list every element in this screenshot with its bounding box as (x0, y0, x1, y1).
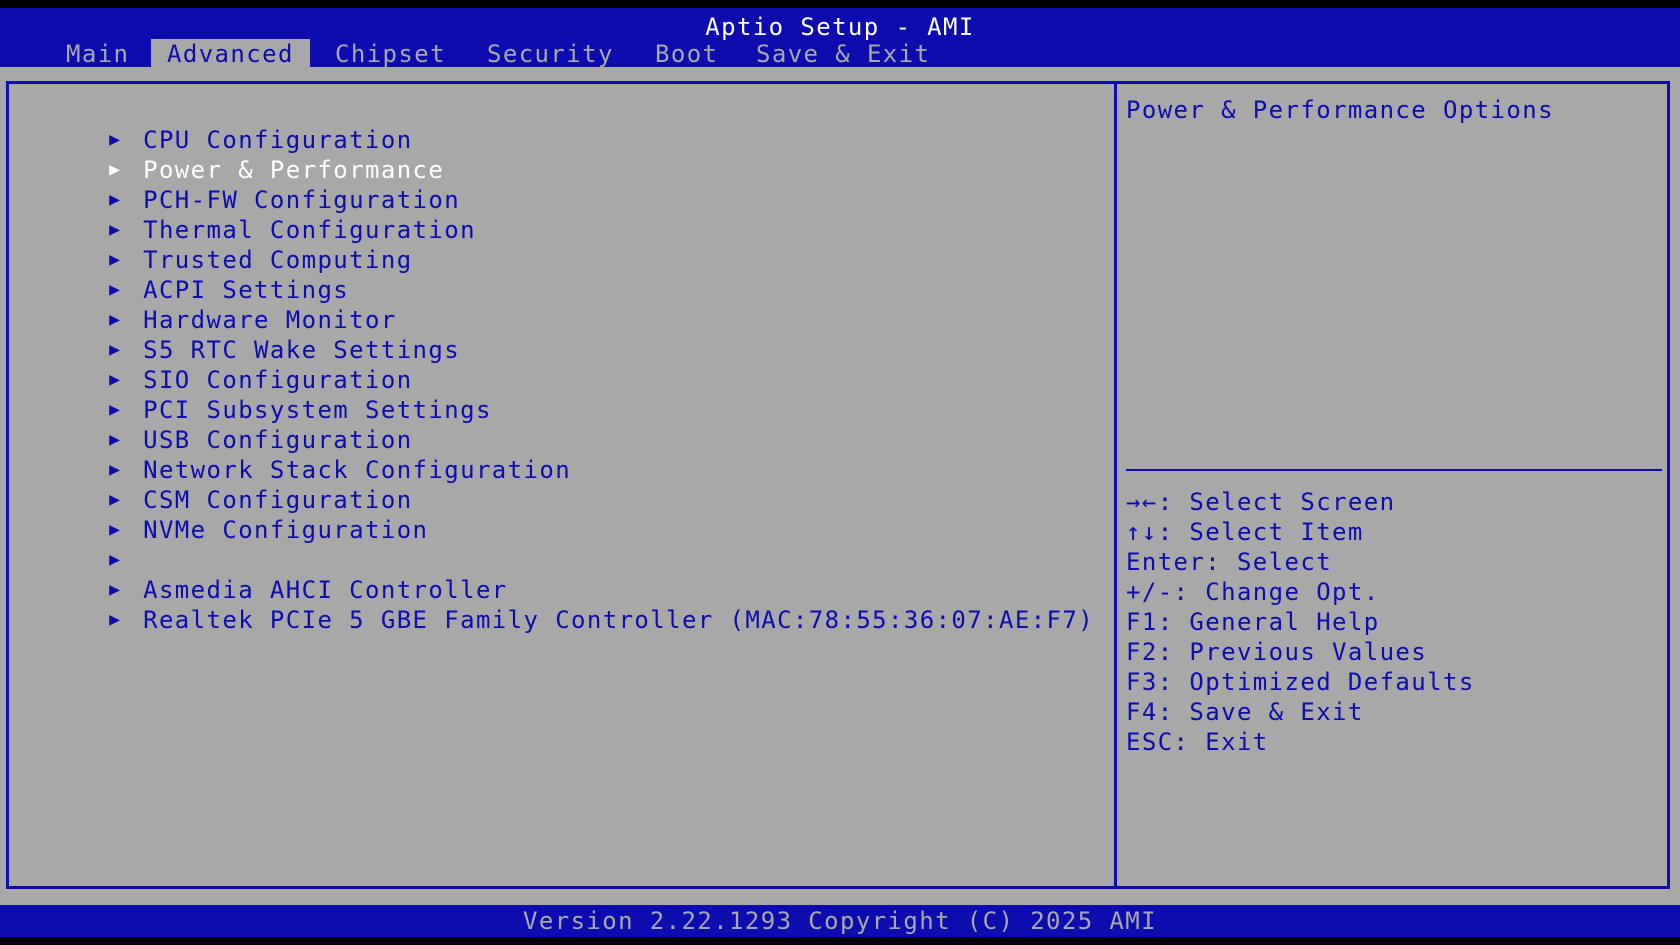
bottom-border (0, 937, 1680, 945)
key-optimized-defaults: F3: Optimized Defaults (1126, 668, 1475, 696)
menu-item-csm-configuration[interactable]: ▶ CSM Configuration (14, 455, 413, 514)
menu-item-realtek-controller[interactable]: ▶ Realtek PCIe 5 GBE Family Controller (M… (14, 575, 1094, 634)
menu-item-usb-configuration[interactable]: ▶ USB Configuration (14, 395, 413, 454)
menu-spacer: ▶ (14, 515, 131, 570)
menu-item-s5-rtc-wake-settings[interactable]: ▶ S5 RTC Wake Settings (14, 305, 460, 364)
header-bar: Aptio Setup - AMI Main Advanced Chipset … (0, 8, 1680, 69)
menu-item-label: NVMe Configuration (143, 516, 429, 544)
menu-item-label: Realtek PCIe 5 GBE Family Controller (MA… (143, 606, 1095, 634)
menu-item-asmedia-ahci-controller[interactable]: ▶ Asmedia AHCI Controller (14, 545, 508, 604)
setup-title: Aptio Setup - AMI (705, 13, 975, 41)
tab-chipset[interactable]: Chipset (319, 39, 462, 69)
main-panel: ▶ CPU Configuration ▶ Power & Performance … (0, 67, 1680, 905)
tab-save-exit[interactable]: Save & Exit (740, 39, 946, 69)
menu-item-network-stack-configuration[interactable]: ▶ Network Stack Configuration (14, 425, 571, 484)
menu-item-nvme-configuration[interactable]: ▶ NVMe Configuration (14, 485, 428, 544)
footer-bar: Version 2.22.1293 Copyright (C) 2025 AMI (0, 905, 1680, 937)
key-save-exit: F4: Save & Exit (1126, 698, 1364, 726)
key-select-screen: →←: Select Screen (1126, 488, 1396, 516)
key-previous-values: F2: Previous Values (1126, 638, 1428, 666)
key-esc-exit: ESC: Exit (1126, 728, 1269, 756)
version-text: Version 2.22.1293 Copyright (C) 2025 AMI (523, 907, 1157, 935)
tab-advanced[interactable]: Advanced (151, 39, 310, 69)
tab-bar: Main Advanced Chipset Security Boot Save… (0, 39, 1680, 69)
help-separator (1126, 469, 1662, 471)
top-border (0, 0, 1680, 8)
menu-item-pci-subsystem-settings[interactable]: ▶ PCI Subsystem Settings (14, 365, 492, 424)
menu-item-power-performance[interactable]: ▶ Power & Performance (14, 125, 444, 184)
tab-boot[interactable]: Boot (639, 39, 734, 69)
menu-item-thermal-configuration[interactable]: ▶ Thermal Configuration (14, 185, 476, 244)
menu-item-hardware-monitor[interactable]: ▶ Hardware Monitor (14, 275, 397, 334)
tab-security[interactable]: Security (471, 39, 630, 69)
key-general-help: F1: General Help (1126, 608, 1380, 636)
tab-main[interactable]: Main (50, 39, 145, 69)
key-select-item: ↑↓: Select Item (1126, 518, 1364, 546)
submenu-arrow-icon: ▶ (109, 609, 122, 630)
help-description: Power & Performance Options (1126, 96, 1554, 124)
menu-item-pch-fw-configuration[interactable]: ▶ PCH-FW Configuration (14, 155, 460, 214)
menu-item-trusted-computing[interactable]: ▶ Trusted Computing (14, 215, 413, 274)
key-enter-select: Enter: Select (1126, 548, 1333, 576)
menu-item-cpu-configuration[interactable]: ▶ CPU Configuration (14, 95, 413, 154)
menu-item-sio-configuration[interactable]: ▶ SIO Configuration (14, 335, 413, 394)
panel-divider (1114, 81, 1117, 889)
menu-item-acpi-settings[interactable]: ▶ ACPI Settings (14, 245, 349, 304)
key-change-opt: +/-: Change Opt. (1126, 578, 1380, 606)
